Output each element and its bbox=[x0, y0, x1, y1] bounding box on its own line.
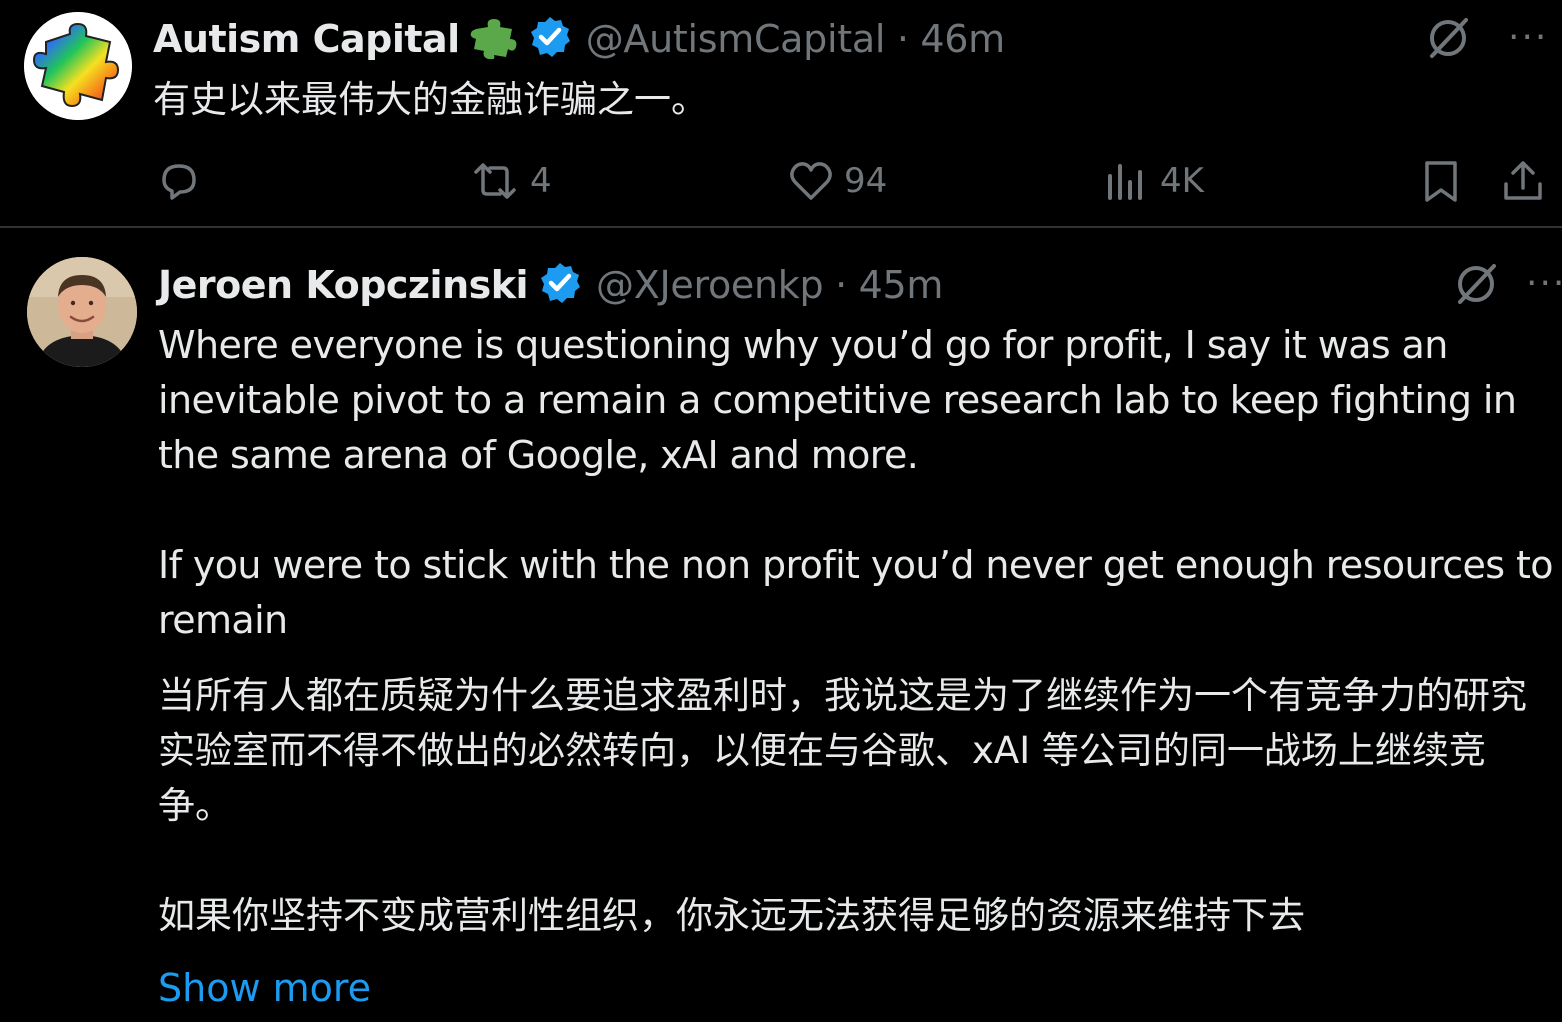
show-more-link[interactable]: Show more bbox=[158, 966, 371, 1010]
reply-icon bbox=[162, 164, 196, 200]
retweet-count: 4 bbox=[530, 161, 552, 201]
more-icon[interactable]: ··· bbox=[1526, 266, 1562, 302]
tweet-corner-actions: ··· bbox=[1452, 260, 1562, 308]
avatar-photo-icon bbox=[27, 257, 137, 367]
verified-badge-icon bbox=[538, 261, 582, 309]
puzzle-emoji-icon bbox=[470, 15, 518, 63]
retweet-button[interactable]: 4 bbox=[470, 158, 552, 204]
verified-badge-icon bbox=[528, 15, 572, 63]
tweet-divider bbox=[0, 226, 1562, 228]
handle-and-time[interactable]: @AutismCapital · 46m bbox=[586, 17, 1006, 61]
retweet-icon bbox=[474, 163, 516, 199]
tweet-text-paragraph: 当所有人都在质疑为什么要追求盈利时，我说这是为了继续作为一个有竞争力的研究实验室… bbox=[158, 674, 1527, 827]
views-button[interactable]: 4K bbox=[1104, 158, 1204, 204]
tweet-text-paragraph: If you were to stick with the non profit… bbox=[158, 543, 1554, 642]
like-button[interactable]: 94 bbox=[788, 158, 887, 204]
avatar-puzzle-icon bbox=[24, 12, 132, 120]
tweet-autism-capital[interactable]: Autism Capital @AutismCapital · 46m ··· … bbox=[0, 0, 1562, 226]
bookmark-button[interactable] bbox=[1418, 158, 1464, 204]
views-icon bbox=[1108, 164, 1142, 200]
reply-button[interactable] bbox=[156, 158, 212, 204]
tweet-header: Autism Capital @AutismCapital · 46m bbox=[153, 14, 1005, 64]
tweet-corner-actions: ··· bbox=[1424, 14, 1548, 62]
avatar[interactable] bbox=[24, 12, 132, 120]
tweet-text: 有史以来最伟大的金融诈骗之一。 bbox=[153, 78, 708, 121]
share-button[interactable] bbox=[1500, 158, 1546, 204]
grok-icon[interactable] bbox=[1452, 260, 1500, 308]
tweet-text-paragraph: 如果你坚持不变成营利性组织，你永远无法获得足够的资源来维持下去 bbox=[158, 894, 1305, 937]
author-name[interactable]: Jeroen Kopczinski bbox=[158, 263, 529, 307]
share-icon bbox=[1504, 161, 1542, 200]
like-icon bbox=[790, 162, 832, 200]
tweet-header: Jeroen Kopczinski @XJeroenkp · 45m bbox=[158, 260, 943, 310]
more-icon[interactable]: ··· bbox=[1508, 20, 1548, 56]
avatar[interactable] bbox=[27, 257, 137, 367]
handle-and-time[interactable]: @XJeroenkp · 45m bbox=[596, 263, 943, 307]
grok-icon[interactable] bbox=[1424, 14, 1472, 62]
bookmark-icon bbox=[1425, 161, 1457, 202]
views-count: 4K bbox=[1160, 161, 1204, 201]
author-name[interactable]: Autism Capital bbox=[153, 17, 460, 61]
like-count: 94 bbox=[844, 161, 888, 201]
tweet-text-paragraph: Where everyone is questioning why you’d … bbox=[158, 323, 1517, 477]
